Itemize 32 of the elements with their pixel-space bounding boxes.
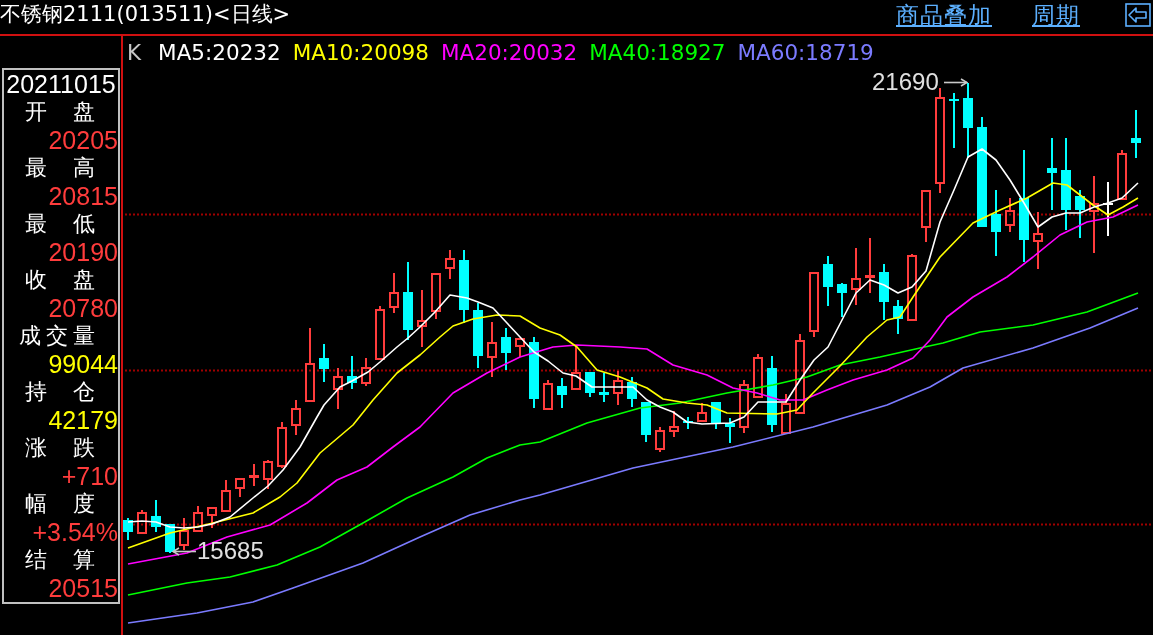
field-value: 20205 [47,129,118,151]
field-label: 最 低 [23,210,101,238]
field-label: 持 仓 [23,378,101,406]
header-link[interactable]: 周期 [1032,2,1080,28]
field-value: 99044 [47,353,118,375]
field-label: 最 高 [23,154,101,182]
field-label: 收 盘 [23,266,101,294]
quote-date: 20211015 [5,70,117,98]
moving-average-value: MA10:20098 [292,38,429,67]
field-value: 20780 [47,297,118,319]
field-value: +710 [60,465,118,487]
moving-average-value: MA20:20032 [440,38,578,67]
field-label: 成交量 [18,322,101,350]
window-title: 不锈钢2111(013511)<日线> [0,1,291,27]
high-price-label: 21690 [872,71,939,93]
leader-arrow [943,77,968,87]
field-value: 42179 [47,409,118,431]
low-price-label: 15685 [197,540,264,562]
indicator-label: K [127,38,142,67]
field-label: 幅 度 [23,490,101,518]
moving-average-value: MA5:20232 [158,38,281,67]
field-value: 20515 [47,577,118,599]
moving-average-value: MA60:18719 [737,38,874,67]
leader-arrow [172,546,196,556]
field-label: 涨 跌 [23,434,101,462]
header-link[interactable]: 商品叠加 [896,2,992,28]
field-value: 20815 [47,185,118,207]
moving-average-value: MA40:18927 [589,38,726,67]
field-value: 20190 [47,241,118,263]
field-label: 结 算 [23,546,101,574]
field-label: 开 盘 [23,98,101,126]
field-value: +3.54% [31,521,118,543]
